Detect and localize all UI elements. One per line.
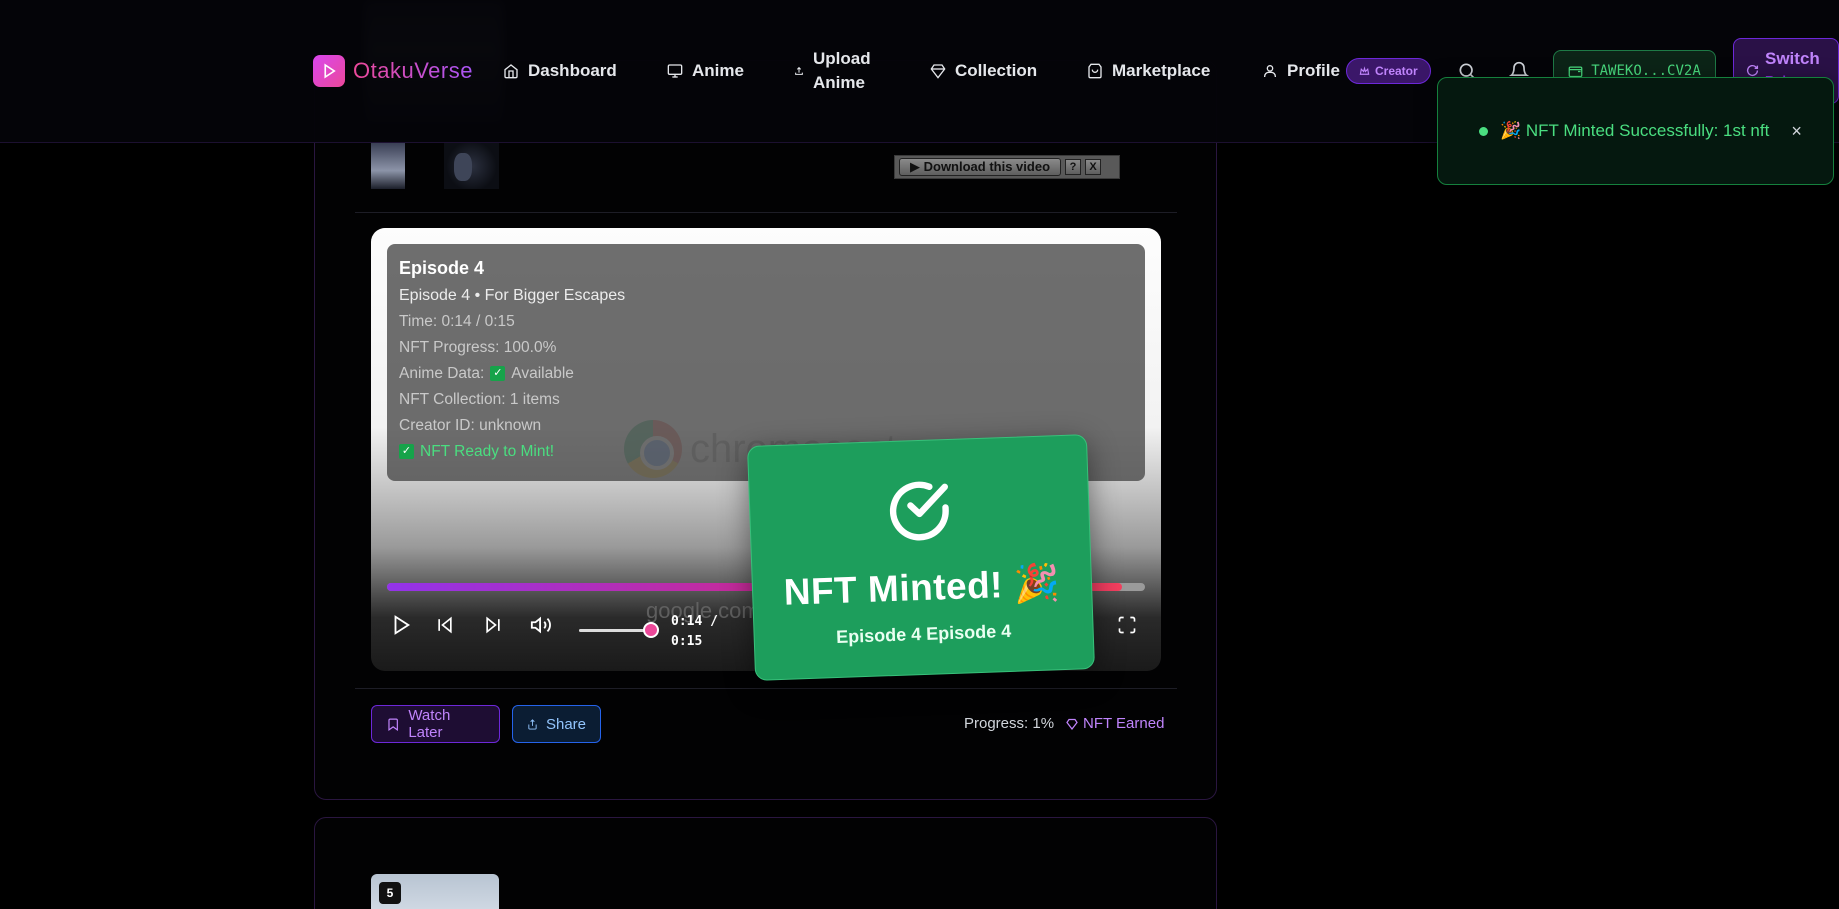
nft-minted-popup: NFT Minted! 🎉 Episode 4 Episode 4 xyxy=(747,434,1095,681)
anime-data-value: Available xyxy=(511,365,574,382)
switch-role-label: Switch xyxy=(1765,49,1820,68)
gem-icon xyxy=(1066,718,1078,730)
toast-message: 🎉 NFT Minted Successfully: 1st nft xyxy=(1500,121,1770,140)
volume-button[interactable] xyxy=(527,611,555,639)
nft-popup-title: NFT Minted! 🎉 xyxy=(783,562,1061,613)
nav-label: Profile xyxy=(1287,61,1340,80)
play-icon xyxy=(394,615,411,635)
nft-ready-text: NFT Ready to Mint! xyxy=(420,443,555,460)
nav-label: Upload Anime xyxy=(813,47,871,95)
creator-badge-label: Creator xyxy=(1375,64,1418,78)
skip-back-icon xyxy=(438,616,452,634)
volume-icon xyxy=(530,616,551,634)
app-name: OtakuVerse xyxy=(353,58,473,83)
nft-earned-label: NFT Earned xyxy=(1083,715,1165,732)
nav-upload-anime[interactable]: Upload Anime xyxy=(794,40,871,102)
creator-id-info: Creator ID: unknown xyxy=(399,417,542,434)
check-circle-icon xyxy=(889,481,949,541)
fullscreen-button[interactable] xyxy=(1113,611,1141,639)
volume-slider-fill xyxy=(579,629,644,632)
episode-thumbnail-small[interactable] xyxy=(371,143,405,189)
share-label: Share xyxy=(545,715,586,733)
nav-marketplace[interactable]: Marketplace xyxy=(1087,40,1210,102)
nft-collection-info: NFT Collection: 1 items xyxy=(399,391,560,408)
nav-label-line: Upload xyxy=(813,49,871,68)
watch-later-button[interactable]: Watch Later xyxy=(371,705,500,743)
gem-icon xyxy=(930,64,946,79)
episode-title: Episode 4 xyxy=(399,258,485,278)
shopping-bag-icon xyxy=(1088,63,1102,79)
bookmark-icon xyxy=(388,718,398,731)
share-icon xyxy=(528,718,537,730)
checkbox-icon: ✓ xyxy=(399,444,414,459)
nft-progress-info: NFT Progress: 100.0% xyxy=(399,339,557,356)
creator-role-badge: Creator xyxy=(1346,58,1431,84)
nav-label: Anime xyxy=(692,61,744,80)
download-help-button[interactable]: ? xyxy=(1065,159,1082,175)
episode-thumbnail-small[interactable] xyxy=(444,143,499,189)
nav-label: Dashboard xyxy=(528,61,617,80)
toast-close-button[interactable]: × xyxy=(1791,121,1802,142)
nav-profile[interactable]: Profile xyxy=(1262,40,1340,102)
monitor-icon xyxy=(667,64,683,78)
play-button[interactable] xyxy=(387,611,415,639)
episode-number-badge: 5 xyxy=(379,882,401,904)
divider xyxy=(355,212,1177,213)
nav-label: Marketplace xyxy=(1112,61,1211,80)
skip-forward-icon xyxy=(486,616,500,634)
divider xyxy=(355,688,1177,689)
watch-progress-text: Progress: 1% xyxy=(964,715,1055,732)
success-toast: 🎉 NFT Minted Successfully: 1st nft × xyxy=(1437,77,1834,185)
episode-subtitle: Episode 4 • For Bigger Escapes xyxy=(399,287,626,304)
next-button[interactable] xyxy=(479,611,507,639)
play-logo-icon xyxy=(313,55,345,87)
volume-slider-handle[interactable] xyxy=(643,622,659,638)
refresh-icon xyxy=(1746,64,1759,77)
download-close-button[interactable]: X xyxy=(1085,159,1102,175)
nav-label-line: Anime xyxy=(813,73,865,92)
anime-data-info: Anime Data: ✓ Available xyxy=(399,364,1133,383)
nav-label: Collection xyxy=(955,61,1038,80)
download-video-button[interactable]: ▶ Download this video xyxy=(899,158,1062,176)
crown-icon xyxy=(1359,65,1370,75)
nav-dashboard[interactable]: Dashboard xyxy=(503,40,617,102)
anime-data-label: Anime Data: xyxy=(399,365,485,382)
status-dot xyxy=(1479,126,1488,136)
home-icon xyxy=(504,64,518,79)
nav-collection[interactable]: Collection xyxy=(930,40,1037,102)
user-icon xyxy=(1264,65,1276,77)
nav-anime[interactable]: Anime xyxy=(667,40,744,102)
previous-button[interactable] xyxy=(431,611,459,639)
time-info: Time: 0:14 / 0:15 xyxy=(399,313,515,330)
watch-later-label: Watch Later xyxy=(408,707,451,741)
app-logo[interactable]: OtakuVerse xyxy=(313,55,473,87)
share-button[interactable]: Share xyxy=(512,705,601,743)
time-display: 0:14 / 0:15 xyxy=(671,614,718,649)
nft-popup-subtitle: Episode 4 Episode 4 xyxy=(835,620,1012,648)
checkbox-icon: ✓ xyxy=(490,366,506,381)
upload-icon xyxy=(795,66,803,75)
download-video-bar: ▶ Download this video ? X xyxy=(894,155,1120,179)
nft-earned-badge: NFT Earned xyxy=(1066,715,1164,732)
fullscreen-icon xyxy=(1118,616,1136,634)
volume-slider[interactable] xyxy=(579,629,651,632)
